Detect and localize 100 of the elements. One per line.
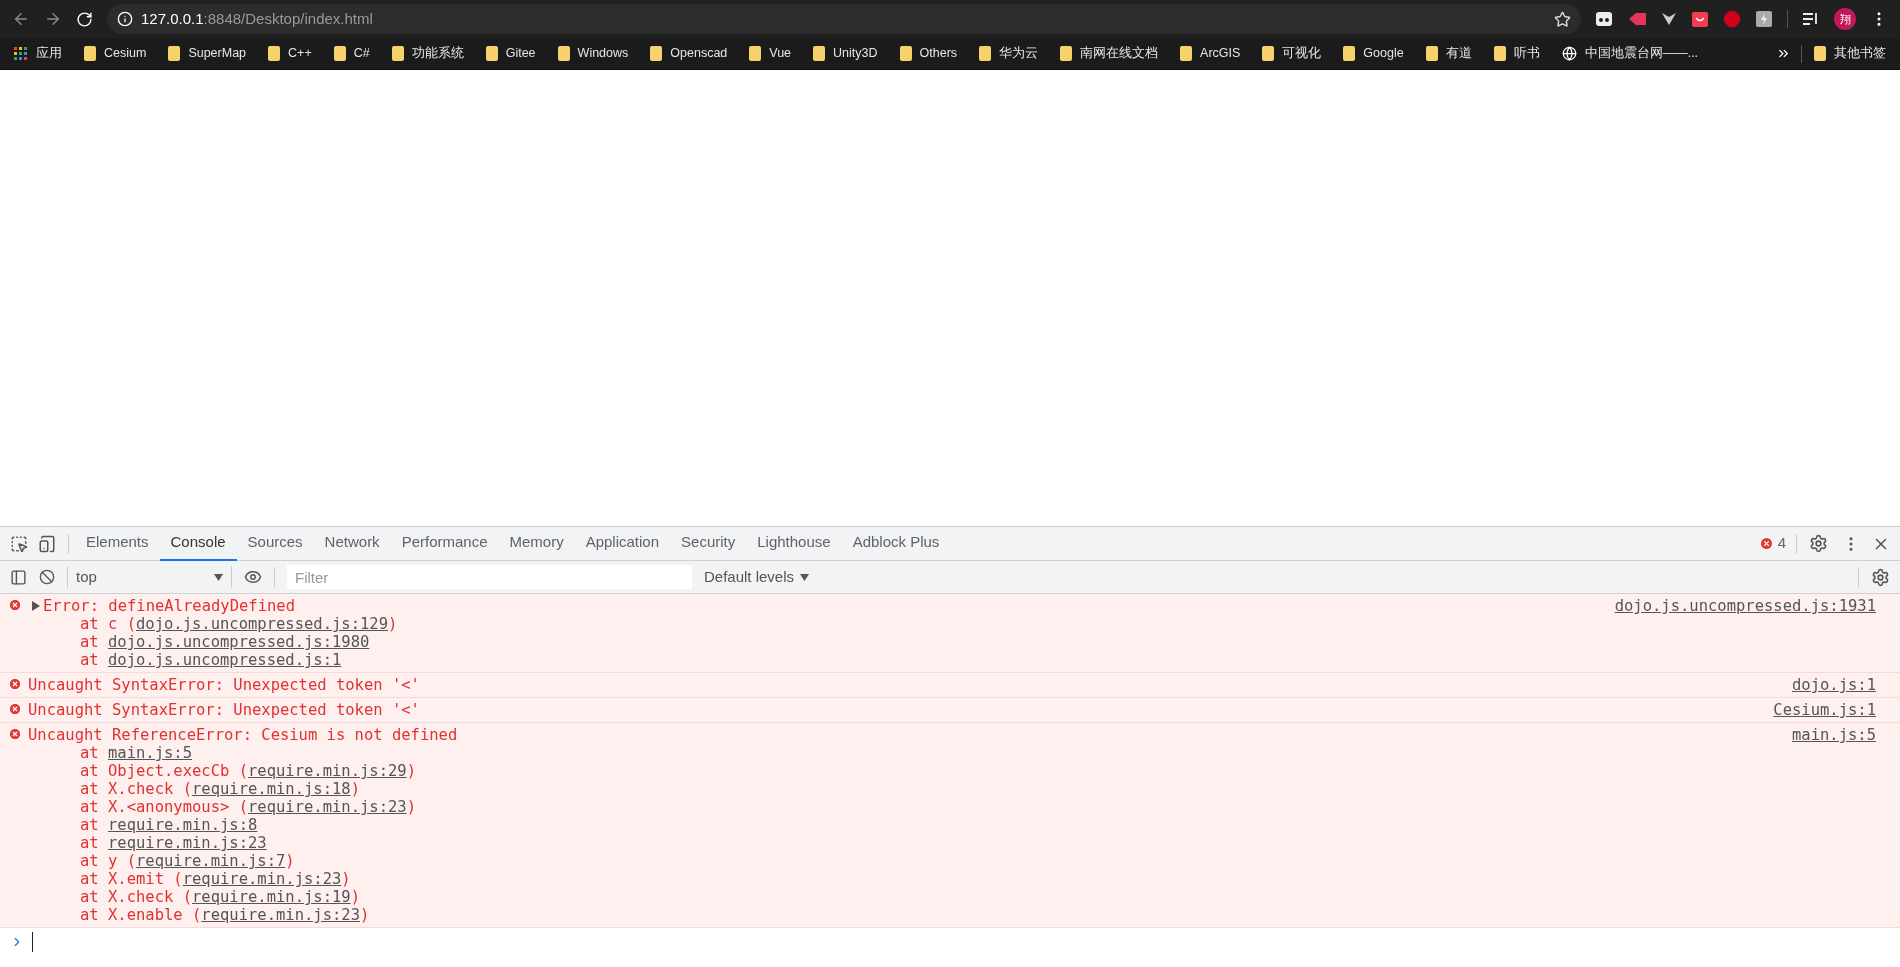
stack-frame: at X.<anonymous> (require.min.js:23) — [28, 798, 1792, 816]
bookmark-item[interactable]: Windows — [577, 44, 629, 63]
source-link[interactable]: dojo.js.uncompressed.js:1931 — [1614, 597, 1876, 615]
folder-icon — [813, 46, 826, 61]
source-link[interactable]: require.min.js:23 — [201, 906, 360, 924]
extension-icon[interactable] — [1595, 10, 1613, 28]
media-queue-icon[interactable] — [1802, 11, 1820, 27]
bookmark-item[interactable]: SuperMap — [188, 44, 247, 63]
folder-icon — [1180, 46, 1193, 61]
bookmark-item[interactable]: 中国地震台网——... — [1584, 44, 1699, 63]
reload-icon[interactable] — [76, 10, 93, 28]
stack-frame: at X.emit (require.min.js:23) — [28, 870, 1792, 888]
source-link[interactable]: Cesium.js:1 — [1773, 701, 1876, 719]
stack-frame: at dojo.js.uncompressed.js:1 — [28, 651, 1615, 669]
console-settings-icon[interactable] — [1871, 567, 1890, 587]
extension-icon[interactable] — [1691, 10, 1709, 28]
bookmark-item[interactable]: C# — [353, 44, 370, 63]
folder-icon — [485, 46, 498, 61]
live-expression-icon[interactable] — [244, 568, 262, 586]
filter-field[interactable]: Filter — [287, 565, 692, 589]
bookmark-item[interactable]: ArcGIS — [1200, 44, 1241, 63]
devtools-tab[interactable]: Network — [313, 526, 391, 561]
stack-frame: at c (dojo.js.uncompressed.js:129) — [28, 615, 1615, 633]
source-link[interactable]: require.min.js:19 — [192, 888, 351, 906]
bookmark-item[interactable]: Unity3D — [833, 44, 878, 63]
bookmark-item[interactable]: Vue — [769, 44, 792, 63]
source-link[interactable]: main.js:5 — [108, 744, 192, 762]
bookmark-item[interactable]: 华为云 — [999, 44, 1039, 63]
bookmark-item[interactable]: 可视化 — [1282, 44, 1322, 63]
bookmark-item[interactable]: Openscad — [670, 44, 728, 63]
source-link[interactable]: require.min.js:23 — [248, 798, 407, 816]
bookmark-item[interactable]: 功能系统 — [411, 44, 464, 63]
context-select[interactable]: top — [67, 565, 232, 589]
expand-triangle-icon[interactable] — [31, 601, 40, 611]
globe-icon — [1561, 46, 1577, 61]
bookmark-item[interactable]: 应用 — [36, 44, 62, 63]
stack-frame: at main.js:5 — [28, 744, 1792, 762]
source-link[interactable]: dojo.js.uncompressed.js:129 — [136, 615, 388, 633]
back-icon[interactable] — [12, 10, 30, 28]
source-link[interactable]: dojo.js.uncompressed.js:1 — [108, 651, 342, 669]
source-link[interactable]: dojo.js:1 — [1792, 676, 1876, 694]
source-link[interactable]: require.min.js:7 — [136, 852, 286, 870]
source-link[interactable]: require.min.js:8 — [108, 816, 258, 834]
devtools-tab[interactable]: Performance — [390, 526, 499, 561]
error-text: Uncaught ReferenceError: Cesium is not defined — [28, 726, 458, 744]
inspect-icon[interactable] — [10, 534, 28, 553]
extension-icon[interactable] — [1755, 10, 1773, 28]
folder-icon — [749, 46, 762, 61]
devtools-tab[interactable]: Adblock Plus — [841, 526, 951, 561]
url-text: 127.0.0.1:8848/Desktop/index.html — [141, 8, 373, 29]
bookmark-item[interactable]: 其他书签 — [1834, 44, 1886, 63]
error-icon — [8, 598, 22, 612]
source-link[interactable]: require.min.js:23 — [108, 834, 267, 852]
source-link[interactable]: require.min.js:18 — [192, 780, 351, 798]
devtools-tab[interactable]: Application — [574, 526, 671, 561]
devtools-tab[interactable]: Memory — [498, 526, 575, 561]
error-icon — [8, 702, 22, 716]
source-link[interactable]: dojo.js.uncompressed.js:1980 — [108, 633, 370, 651]
devtools-tab[interactable]: Lighthouse — [746, 526, 842, 561]
source-link[interactable]: main.js:5 — [1792, 726, 1876, 744]
devtools-tab[interactable]: Security — [670, 526, 747, 561]
folder-icon — [1262, 46, 1275, 61]
folder-icon — [268, 46, 281, 61]
extension-icon[interactable] — [1661, 12, 1677, 26]
caret-icon — [800, 573, 810, 581]
stack-frame: at Object.execCb (require.min.js:29) — [28, 762, 1792, 780]
device-toolbar-icon[interactable] — [38, 534, 56, 553]
address-bar[interactable]: 127.0.0.1:8848/Desktop/index.html — [107, 4, 1581, 34]
bookmark-item[interactable]: C++ — [288, 44, 312, 63]
folder-icon — [1060, 46, 1073, 61]
devtools-tab[interactable]: Sources — [236, 526, 314, 561]
bookmark-item[interactable]: Others — [919, 44, 958, 63]
stack-frame: at require.min.js:23 — [28, 834, 1792, 852]
adblock-icon[interactable] — [1723, 10, 1741, 28]
source-link[interactable]: require.min.js:23 — [182, 870, 342, 888]
info-icon[interactable] — [117, 11, 133, 27]
folder-icon — [1343, 46, 1356, 61]
stack-frame: at X.check (require.min.js:18) — [28, 780, 1792, 798]
clear-console-icon[interactable] — [39, 569, 55, 585]
settings-icon[interactable] — [1809, 534, 1828, 553]
bookmark-item[interactable]: 听书 — [1513, 44, 1540, 63]
bookmark-item[interactable]: Google — [1363, 44, 1404, 63]
folder-icon — [557, 46, 570, 61]
source-link[interactable]: require.min.js:29 — [248, 762, 407, 780]
error-count[interactable]: 4 — [1777, 532, 1786, 555]
log-levels-dropdown[interactable]: Default levels — [704, 565, 810, 589]
profile-avatar[interactable]: 翔 — [1834, 8, 1856, 30]
bookmark-item[interactable]: 有道 — [1445, 44, 1472, 63]
folder-icon — [650, 46, 663, 61]
stack-frame: at dojo.js.uncompressed.js:1980 — [28, 633, 1615, 651]
folder-icon — [1493, 46, 1506, 61]
sidebar-toggle-icon[interactable] — [10, 568, 27, 586]
folder-icon — [979, 46, 992, 61]
bookmark-item[interactable]: Cesium — [104, 44, 147, 63]
bookmark-item[interactable]: Gitee — [505, 44, 536, 63]
bookmark-item[interactable]: 南网在线文档 — [1080, 44, 1159, 63]
devtools-tab[interactable]: Elements — [75, 526, 160, 561]
bookmark-star-icon[interactable] — [1554, 10, 1571, 28]
forward-icon[interactable] — [44, 10, 62, 28]
folder-icon — [1814, 46, 1826, 61]
